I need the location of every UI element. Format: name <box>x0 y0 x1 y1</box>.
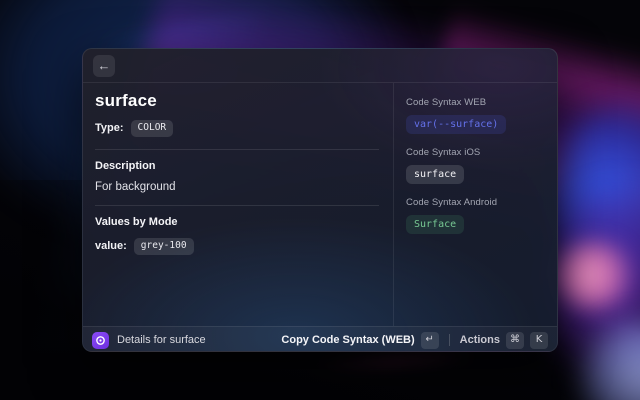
code-syntax-web-value: var(--surface) <box>406 115 507 134</box>
values-by-mode-heading: Values by Mode <box>95 215 178 228</box>
code-syntax-web-label: Code Syntax WEB <box>406 97 487 108</box>
code-syntax-android-label: Code Syntax Android <box>406 197 498 208</box>
code-syntax-ios-group: Code Syntax iOS surface <box>406 147 547 184</box>
status-text: Details for surface <box>117 334 206 346</box>
code-syntax-ios-value: surface <box>406 165 465 184</box>
type-value-badge: COLOR <box>130 120 174 137</box>
value-label: value: <box>95 240 127 253</box>
code-syntax-android-group: Code Syntax Android Surface <box>406 197 547 234</box>
extension-icon <box>92 331 109 349</box>
code-syntax-android-value: Surface <box>406 215 465 234</box>
back-arrow-icon: ← <box>97 58 111 73</box>
action-bar: Details for surface Copy Code Syntax (WE… <box>83 326 557 351</box>
token-detail-window: ← surface Type: COLOR Description For ba… <box>82 48 558 352</box>
metadata-pane: Code Syntax WEB var(--surface) Code Synt… <box>393 83 557 326</box>
window-body: surface Type: COLOR Description For back… <box>83 83 557 326</box>
actions-menu-button[interactable]: Actions <box>460 334 500 346</box>
code-syntax-web-group: Code Syntax WEB var(--surface) <box>406 97 547 134</box>
type-row: Type: COLOR <box>95 120 379 137</box>
value-row: value: grey-100 <box>95 237 379 255</box>
k-key-badge[interactable]: K <box>530 331 548 349</box>
type-label: Type: <box>95 122 124 135</box>
description-heading: Description <box>95 159 156 172</box>
desktop: { "window": { "header": { "back_glyph": … <box>0 0 640 400</box>
back-button[interactable]: ← <box>93 54 115 77</box>
enter-key-badge[interactable]: ↵ <box>420 331 439 349</box>
description-text: For background <box>95 180 176 193</box>
primary-action-button[interactable]: Copy Code Syntax (WEB) <box>281 334 414 346</box>
section-divider <box>95 204 379 206</box>
footer-actions: Copy Code Syntax (WEB) ↵ Actions ⌘ K <box>281 331 548 349</box>
token-title: surface <box>95 91 157 110</box>
footer-separator <box>448 334 450 346</box>
target-icon <box>96 335 105 345</box>
window-header: ← <box>83 49 557 83</box>
detail-pane: surface Type: COLOR Description For back… <box>83 83 393 326</box>
value-badge: grey-100 <box>133 237 194 255</box>
section-divider <box>95 148 379 150</box>
command-key-badge[interactable]: ⌘ <box>506 331 524 349</box>
code-syntax-ios-label: Code Syntax iOS <box>406 147 481 158</box>
